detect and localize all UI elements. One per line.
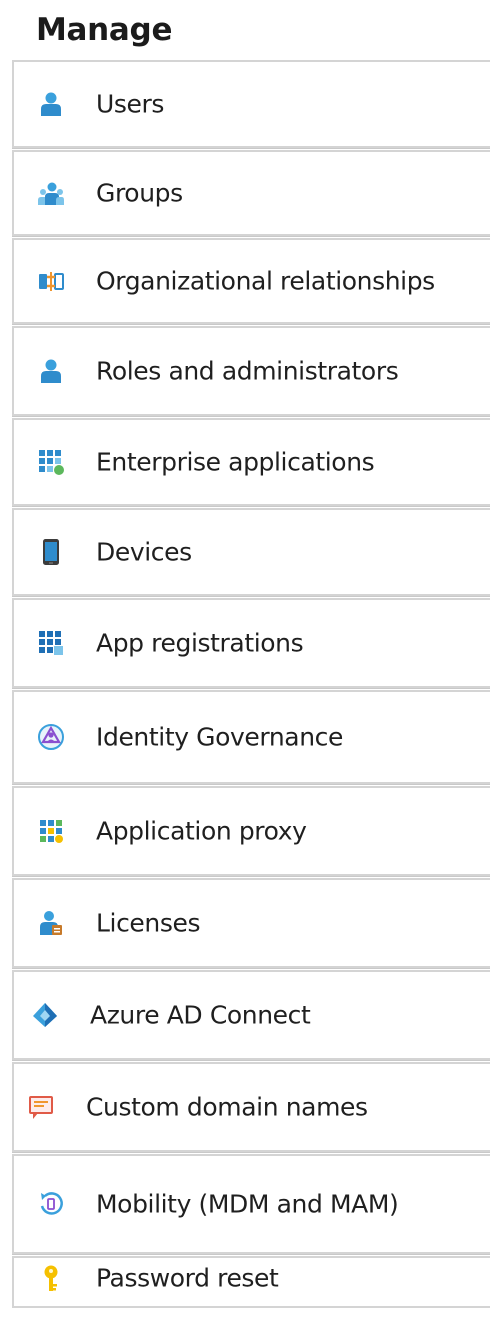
roles-icon: [36, 356, 66, 386]
azure-ad-connect-icon: [30, 1000, 60, 1030]
menu-item-label: Custom domain names: [86, 1092, 368, 1122]
licenses-icon: [36, 908, 66, 938]
menu-item-organizational-relationships[interactable]: Organizational relationships: [12, 238, 490, 324]
divider: [12, 1306, 490, 1308]
app-registrations-icon: [36, 628, 66, 658]
menu-item-label: Enterprise applications: [96, 447, 375, 477]
organizational-relationships-icon: [36, 266, 66, 296]
mobility-icon: [36, 1189, 66, 1219]
menu-item-label: App registrations: [96, 628, 304, 658]
menu-item-azure-ad-connect[interactable]: Azure AD Connect: [12, 970, 490, 1060]
menu-item-mobility-mdm-and-mam[interactable]: Mobility (MDM and MAM): [12, 1154, 490, 1254]
menu-item-label: Identity Governance: [96, 722, 343, 752]
menu-item-groups[interactable]: Groups: [12, 150, 490, 236]
identity-governance-icon: [36, 722, 66, 752]
groups-icon: [36, 178, 66, 208]
menu-item-identity-governance[interactable]: Identity Governance: [12, 690, 490, 784]
menu-item-label: Password reset: [96, 1263, 279, 1293]
menu-item-application-proxy[interactable]: Application proxy: [12, 786, 490, 876]
user-icon: [36, 89, 66, 119]
menu-item-devices[interactable]: Devices: [12, 508, 490, 596]
section-title: Manage: [36, 12, 173, 48]
menu-item-users[interactable]: Users: [12, 60, 490, 148]
device-icon: [36, 537, 66, 567]
custom-domain-icon: [26, 1092, 56, 1122]
menu-item-label: Organizational relationships: [96, 266, 435, 296]
menu-item-label: Application proxy: [96, 816, 307, 846]
application-proxy-icon: [36, 816, 66, 846]
enterprise-apps-icon: [36, 447, 66, 477]
menu-item-label: Users: [96, 89, 165, 119]
menu-item-label: Licenses: [96, 908, 201, 938]
menu-item-label: Devices: [96, 537, 192, 567]
menu-item-licenses[interactable]: Licenses: [12, 878, 490, 968]
menu-item-enterprise-applications[interactable]: Enterprise applications: [12, 418, 490, 506]
menu-item-label: Roles and administrators: [96, 356, 399, 386]
menu-item-app-registrations[interactable]: App registrations: [12, 598, 490, 688]
menu-item-password-reset[interactable]: Password reset: [12, 1256, 490, 1306]
key-icon: [36, 1263, 66, 1293]
menu-item-custom-domain-names[interactable]: Custom domain names: [12, 1062, 490, 1152]
menu-item-label: Azure AD Connect: [90, 1000, 311, 1030]
menu-item-roles-and-administrators[interactable]: Roles and administrators: [12, 326, 490, 416]
menu-item-label: Mobility (MDM and MAM): [96, 1189, 399, 1219]
menu-item-label: Groups: [96, 178, 183, 208]
